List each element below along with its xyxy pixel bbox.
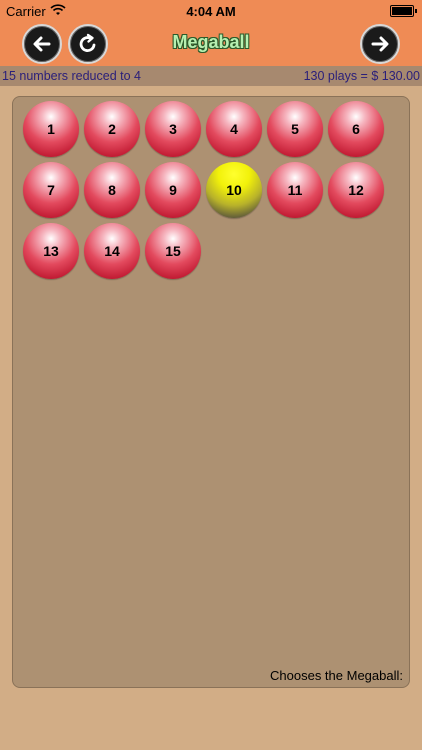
ball-15[interactable]: 15 bbox=[145, 223, 201, 279]
status-time: 4:04 AM bbox=[186, 4, 236, 19]
status-bar: Carrier 4:04 AM bbox=[0, 0, 422, 22]
ball-11[interactable]: 11 bbox=[267, 162, 323, 218]
page-title: Megaball bbox=[172, 32, 250, 52]
battery-icon bbox=[390, 5, 417, 17]
ball-7[interactable]: 7 bbox=[23, 162, 79, 218]
forward-button[interactable] bbox=[360, 24, 400, 64]
ball-5[interactable]: 5 bbox=[267, 101, 323, 157]
info-strip: 15 numbers reduced to 4 130 plays = $ 13… bbox=[0, 66, 422, 86]
reduction-summary: 15 numbers reduced to 4 bbox=[2, 69, 141, 83]
ball-panel: 1 2 3 4 5 6 7 8 9 10 11 12 13 14 15 Chooses the Megaba… bbox=[12, 96, 410, 688]
ball-14[interactable]: 14 bbox=[84, 223, 140, 279]
ball-2[interactable]: 2 bbox=[84, 101, 140, 157]
nav-bar: Megaball bbox=[0, 22, 422, 66]
ball-10[interactable]: 10 bbox=[206, 162, 262, 218]
arrow-right-icon bbox=[371, 36, 389, 52]
ball-4[interactable]: 4 bbox=[206, 101, 262, 157]
ball-12[interactable]: 12 bbox=[328, 162, 384, 218]
ball-9[interactable]: 9 bbox=[145, 162, 201, 218]
ball-1[interactable]: 1 bbox=[23, 101, 79, 157]
ball-13[interactable]: 13 bbox=[23, 223, 79, 279]
ball-3[interactable]: 3 bbox=[145, 101, 201, 157]
megaball-prompt: Chooses the Megaball: bbox=[270, 668, 403, 683]
plays-cost-summary: 130 plays = $ 130.00 bbox=[303, 69, 420, 83]
ball-6[interactable]: 6 bbox=[328, 101, 384, 157]
ball-8[interactable]: 8 bbox=[84, 162, 140, 218]
